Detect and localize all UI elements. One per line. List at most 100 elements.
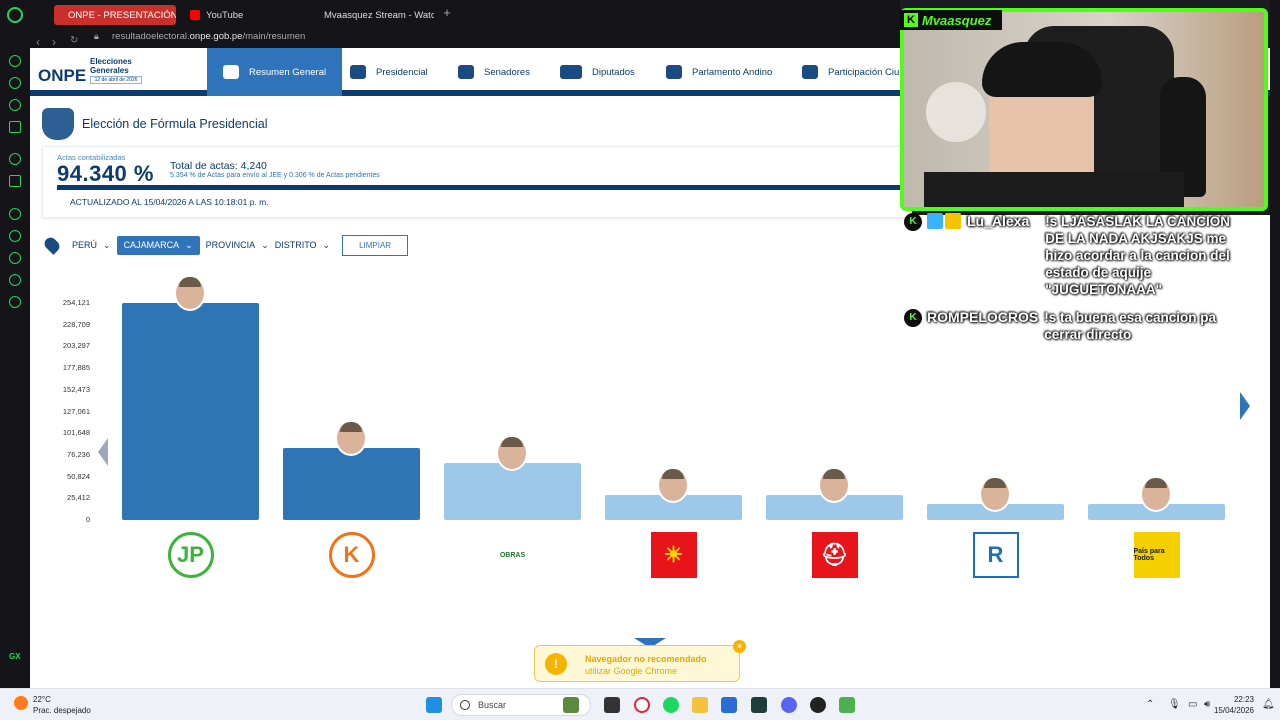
tab-kick[interactable]: Mvaasquez Stream - Watc [310,5,434,25]
nav-label: Presidencial [376,66,428,78]
location-filters: PERÚ ⌄ CAJAMARCA ⌄ PROVINCIA ⌄ DISTRITO ⌄ LI… [42,234,409,256]
sidebar-x-icon[interactable] [9,175,21,187]
party-logo[interactable]: K [328,532,375,578]
app-icon[interactable] [839,697,855,713]
chart-next-arrow-icon[interactable] [1240,392,1250,420]
sidebar-limiter-icon[interactable] [9,77,21,89]
candidate-photo [173,275,206,311]
streamer-tag: K Mvaasquez [900,10,1002,30]
filter-peru[interactable]: PERÚ ⌄ [72,240,111,251]
kick-badge-icon: K [904,309,922,327]
chat-message: K Lu_Alexa !s LJASASLAK LA CANCION DE LA… [904,213,1251,298]
nav-label: Participación Ciu [828,66,900,78]
filter-region[interactable]: CAJAMARCA ⌄ [116,235,200,255]
coat-of-arms-icon [42,108,74,140]
nav-resumen-general[interactable]: Resumen General [207,48,343,96]
presidential-results-chart: 254,121 228,709 203,297 177,885 152,473 127,0… [30,275,1280,678]
sidebar-clock-icon[interactable] [9,252,21,264]
address-bar: ‹ › ↻ 🔒︎ resultadoelectoral.onpe.gob.pe/… [30,28,900,49]
sidebar-cube-icon[interactable] [9,274,21,286]
nav-label: Senadores [484,66,530,78]
nav-diputados[interactable]: Diputados [560,48,635,96]
party-logo[interactable]: ☀ [650,532,697,578]
party-logo[interactable]: R [972,532,1019,578]
seal-icon [350,65,366,79]
tab-label: ONPE - PRESENTACIÓN D [68,9,176,21]
url-field[interactable]: resultadoelectoral.onpe.gob.pe/main/resu… [112,31,305,42]
party-logo[interactable]: JP [167,532,214,578]
tab-label: YouTube [206,9,244,21]
y-tick-label: 0 [85,515,90,524]
new-tab-button[interactable]: + [440,6,454,21]
terminal-icon[interactable] [751,697,767,713]
filter-distrito[interactable]: DISTRITO ⌄ [275,240,330,251]
chart-bar[interactable] [283,448,420,520]
tray-overflow-icon[interactable]: ⌃ [1146,699,1154,710]
nav-presidencial[interactable]: Presidencial [350,48,428,96]
file-explorer-icon[interactable] [692,697,708,713]
windows-start-icon[interactable] [426,697,442,713]
candidate-photo [978,475,1011,512]
koala-plush [926,82,986,142]
store-icon[interactable] [721,697,737,713]
search-icon [460,700,470,710]
reload-icon[interactable]: ↻ [70,35,78,46]
weather-widget[interactable]: 22°C Prac. despejado [33,694,91,716]
clear-filters-button[interactable]: LIMPIAR [342,234,409,256]
sidebar-wallet-icon[interactable] [9,99,21,111]
opera-gx-taskbar-icon[interactable] [634,697,650,713]
total-actas: Total de actas: 4,240 [170,160,267,172]
tab-bar: ONPE - PRESENTACIÓN D YouTube Mvaasquez … [30,0,900,28]
nav-label: Parlamento Andino [692,66,773,78]
spotify-icon[interactable] [663,697,679,713]
y-tick-label: 254,121 [62,298,90,307]
chart-prev-arrow-icon[interactable] [98,438,108,466]
task-view-icon[interactable] [604,697,620,713]
streamer-name: Mvaasquez [922,12,992,28]
browser-right-rail [1270,0,1280,688]
nav-parlamento-andino[interactable]: Parlamento Andino [666,48,772,96]
candidate-photo [334,420,367,457]
onpe-logo[interactable]: ONPE [38,66,86,86]
system-clock[interactable]: 22:23 15/04/2026 [1206,694,1254,716]
close-icon[interactable]: × [733,640,746,653]
chart-bar[interactable] [122,303,259,520]
weather-icon[interactable] [14,696,28,710]
discord-icon[interactable] [781,697,797,713]
progress-line [57,185,917,190]
sidebar-history-icon[interactable] [9,55,21,67]
nav-senadores[interactable]: Senadores [458,48,530,96]
obs-icon[interactable] [810,697,826,713]
y-tick-label: 76,236 [67,449,90,459]
party-logo[interactable]: País para Todos [1133,532,1180,578]
network-icon[interactable]: ▭ [1188,699,1197,710]
kick-logo-icon: K [904,13,918,27]
sidebar-heart-icon[interactable] [9,230,21,242]
trees-widget-icon[interactable] [563,697,579,713]
gx-label-icon: GX [9,652,21,661]
forward-icon[interactable]: › [52,35,56,49]
opera-gx-logo-icon[interactable] [7,7,23,23]
sidebar-messenger-icon[interactable] [9,121,21,133]
tab-onpe[interactable]: ONPE - PRESENTACIÓN D [54,5,176,25]
microphone-icon[interactable]: 🎙︎ [1168,699,1181,710]
party-logo[interactable]: OBRAS [489,532,536,578]
youtube-favicon-icon [190,10,200,20]
nav-participacion[interactable]: Participación Ciu [802,48,899,96]
notifications-icon[interactable]: 🔔︎ [1262,699,1275,710]
toast-body: utilizar Google Chrome [585,666,678,676]
tab-youtube[interactable]: YouTube [182,5,302,25]
sidebar-settings-icon[interactable] [9,296,21,308]
filter-label: PERÚ [72,240,98,250]
filter-label: CAJAMARCA [123,240,180,250]
sidebar-player-icon[interactable] [9,208,21,220]
back-icon[interactable]: ‹ [36,35,40,49]
congress-icon [560,65,582,79]
y-tick-label: 50,824 [67,471,90,481]
chevron-down-icon: ⌄ [185,239,193,250]
chart-bar[interactable] [444,462,581,520]
onpe-page: ONPE Elecciones Generales 12 de abril de… [30,48,1280,688]
sidebar-whatsapp-icon[interactable] [9,153,21,165]
filter-provincia[interactable]: PROVINCIA ⌄ [206,240,269,251]
party-logo[interactable]: ⛑ [811,532,858,578]
